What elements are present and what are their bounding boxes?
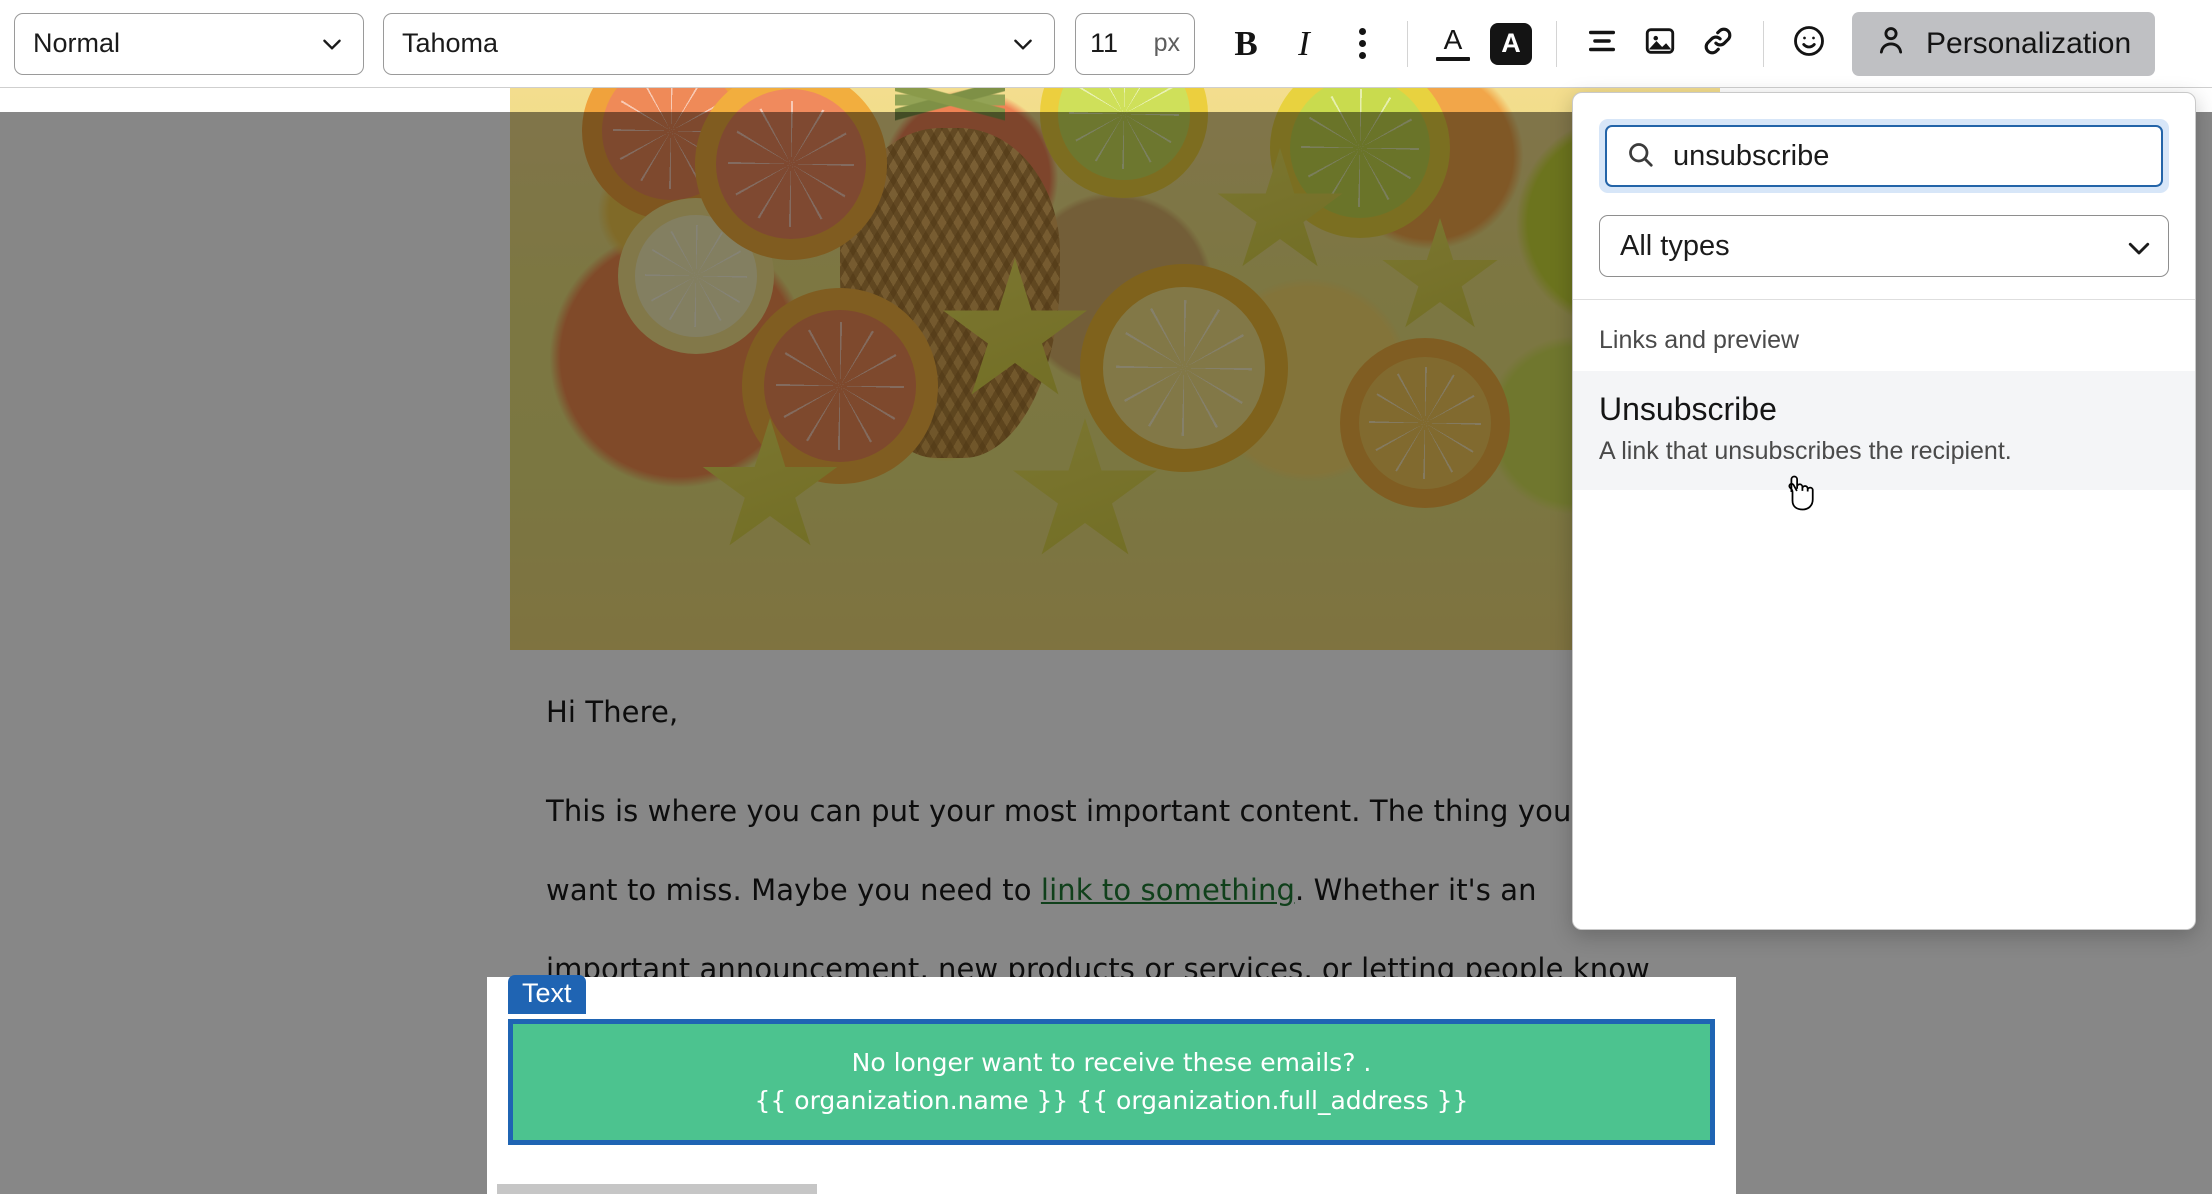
paragraph-style-value: Normal [33,28,121,58]
kebab-menu-icon [1358,28,1366,59]
toolbar-divider [1763,20,1764,67]
personalization-label: Personalization [1926,26,2132,60]
emoji-button[interactable] [1780,15,1838,73]
greeting-text: Hi There, [546,695,679,729]
chevron-down-icon [319,31,345,57]
chevron-down-icon [2124,233,2150,259]
search-icon [1625,139,1655,174]
chevron-down-icon [1010,31,1036,57]
panel-empty-area [1573,490,2195,929]
editor-toolbar: Normal Tahoma 11 px B I A A Personalizat… [0,0,2212,88]
starfruit-graphic [1382,218,1498,328]
toolbar-divider [1407,20,1408,67]
result-title: Unsubscribe [1599,391,1777,427]
italic-button[interactable]: I [1275,15,1333,73]
type-filter-value: All types [1620,229,1730,262]
font-size-value: 11 [1090,28,1119,58]
person-icon [1874,23,1908,65]
list-item[interactable]: Unsubscribe A link that unsubscribes the… [1573,371,2195,490]
lemon-slice-graphic [1080,264,1288,472]
personalization-panel: All types Links and preview Unsubscribe … [1572,92,2196,930]
align-button[interactable] [1573,15,1631,73]
pointer-hand-cursor [1780,470,1816,514]
text-color-letter: A [1443,24,1463,55]
align-center-icon [1585,24,1619,63]
image-icon [1643,24,1677,63]
insert-image-button[interactable] [1631,15,1689,73]
font-family-select[interactable]: Tahoma [383,12,1055,75]
highlight-color-button[interactable]: A [1482,15,1540,73]
result-description: A link that unsubscribes the recipient. [1599,437,2012,465]
emoji-smiley-icon [1791,23,1827,64]
panel-header: All types [1573,93,2195,299]
type-filter-select[interactable]: All types [1599,215,2169,277]
unsubscribe-footer-block[interactable]: No longer want to receive these emails? … [508,1019,1715,1145]
selected-text-block[interactable]: Text No longer want to receive these ema… [487,975,1736,1194]
search-input[interactable] [1673,139,2143,173]
link-icon [1701,24,1735,63]
app-root: Hi There, This is where you can put your… [0,0,2212,1194]
text-color-icon: A [1436,26,1470,61]
toolbar-divider [1556,20,1557,67]
search-field[interactable] [1605,125,2163,187]
personalization-button[interactable]: Personalization [1852,11,2156,76]
more-options-button[interactable] [1333,15,1391,73]
search-focus-ring [1599,119,2169,193]
font-size-input[interactable]: 11 px [1075,12,1195,75]
hero-image[interactable] [510,88,1720,650]
text-color-button[interactable]: A [1424,15,1482,73]
orange-slice-graphic [1340,338,1510,508]
footer-placeholder-bar [497,1184,817,1194]
unsubscribe-line-2: {{ organization.name }} {{ organization.… [754,1086,1469,1115]
unsubscribe-line-1: No longer want to receive these emails? … [851,1048,1372,1077]
font-family-value: Tahoma [402,28,499,58]
results-group-label: Links and preview [1599,326,1800,354]
bold-button[interactable]: B [1217,15,1275,73]
font-size-unit: px [1153,29,1180,57]
insert-link-button[interactable] [1689,15,1747,73]
highlight-color-icon: A [1490,22,1532,65]
block-type-badge: Text [508,975,586,1014]
lime-slice-graphic [1040,88,1208,198]
inline-link[interactable]: link to something [1041,873,1295,907]
paragraph-style-select[interactable]: Normal [14,12,364,75]
